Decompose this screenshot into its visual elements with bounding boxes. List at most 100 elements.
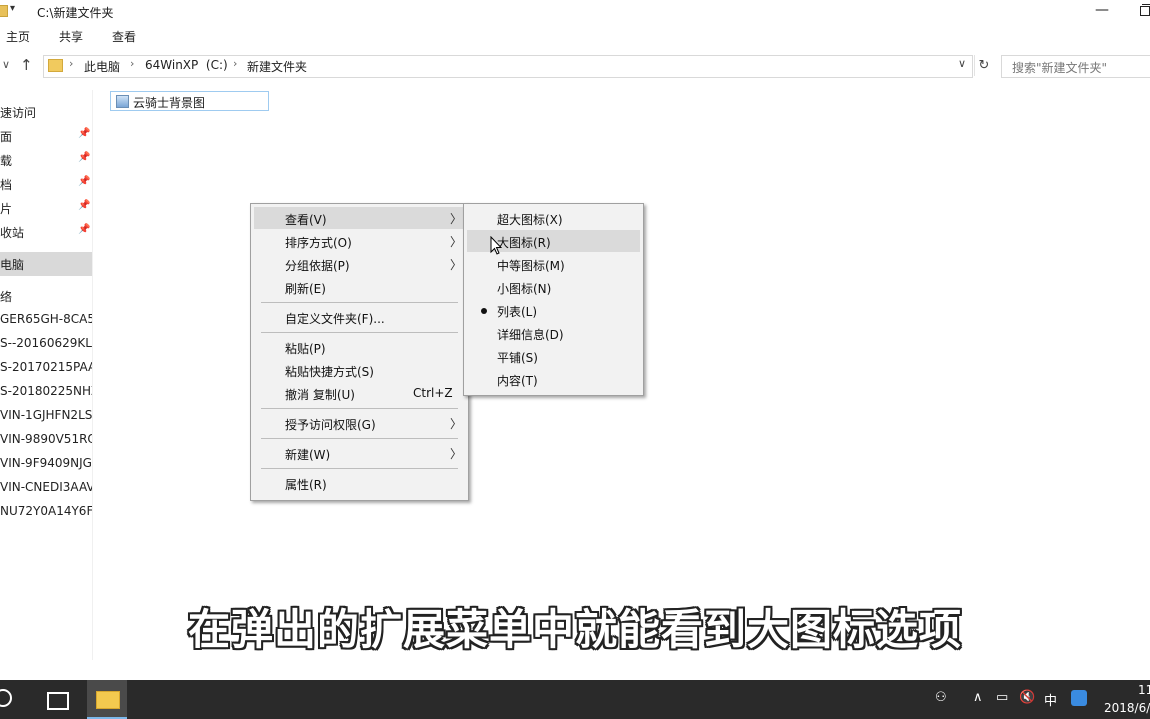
submenu-arrow-icon: 〉 — [450, 417, 463, 431]
menu-item-label: 刷新(E) — [285, 282, 326, 296]
chevron-up-icon[interactable]: ∧ — [973, 690, 983, 705]
search-input[interactable]: 搜索"新建文件夹" — [1012, 59, 1107, 76]
menu-separator — [261, 408, 458, 409]
menu-item-sort-by[interactable]: 排序方式(O) 〉 — [254, 230, 465, 252]
address-dropdown-icon[interactable]: ∨ — [958, 57, 966, 70]
task-view-icon[interactable] — [47, 692, 69, 710]
menu-item-group-by[interactable]: 分组依据(P) 〉 — [254, 253, 465, 275]
menu-separator — [261, 468, 458, 469]
submenu-item-medium-icons[interactable]: 中等图标(M) — [467, 253, 640, 275]
navigation-pane: 速访问 面📌 载📌 档📌 片📌 收站📌 电脑 络 GER65GH-8CA50 S… — [0, 90, 93, 660]
submenu-item-small-icons[interactable]: 小图标(N) — [467, 276, 640, 298]
breadcrumb-separator[interactable]: › — [130, 57, 134, 70]
minimize-button[interactable]: — — [1088, 0, 1116, 22]
tab-view[interactable]: 查看 — [112, 28, 136, 45]
breadcrumb-new-folder[interactable]: 新建文件夹 — [247, 58, 307, 75]
nav-item-label: S--20160629KLB — [0, 336, 92, 350]
search-box[interactable]: 搜索"新建文件夹" — [1001, 55, 1150, 78]
pin-icon: 📌 — [78, 128, 91, 139]
nav-item-pictures[interactable]: 片 📌 — [0, 196, 92, 220]
restore-button[interactable] — [1132, 0, 1150, 22]
nav-item-label: S-20180225NHZ — [0, 384, 92, 398]
ime-indicator[interactable]: 中 — [1044, 690, 1057, 709]
nav-item-network-pc[interactable]: S-20180225NHZ — [0, 380, 92, 404]
nav-item-recycle-bin[interactable]: 收站 📌 — [0, 220, 92, 244]
nav-item-network-pc[interactable]: VIN-9890V51RQ4 — [0, 428, 92, 452]
menu-item-give-access[interactable]: 授予访问权限(G) 〉 — [254, 412, 465, 434]
menu-item-label: 自定义文件夹(F)... — [285, 312, 385, 326]
submenu-item-label: 详细信息(D) — [497, 328, 564, 342]
submenu-arrow-icon: 〉 — [450, 235, 463, 249]
nav-item-label: 载 — [0, 154, 13, 168]
menu-item-undo-copy[interactable]: 撤消 复制(U) Ctrl+Z — [254, 382, 465, 404]
submenu-item-label: 小图标(N) — [497, 282, 552, 296]
menu-item-label: 新建(W) — [285, 448, 331, 462]
menu-item-properties[interactable]: 属性(R) — [254, 472, 465, 494]
menu-item-new[interactable]: 新建(W) 〉 — [254, 442, 465, 464]
recent-locations-chevron-icon[interactable]: ∨ — [2, 58, 10, 71]
image-file-icon — [116, 95, 129, 108]
quick-access-toolbar-dropdown[interactable]: ▾ — [10, 3, 15, 14]
menu-item-paste[interactable]: 粘贴(P) — [254, 336, 465, 358]
file-name: 云骑士背景图 — [133, 96, 206, 110]
menu-item-view[interactable]: 查看(V) 〉 — [254, 207, 465, 229]
breadcrumb-separator[interactable]: › — [69, 57, 73, 70]
volume-muted-icon[interactable]: 🔇 — [1019, 690, 1035, 705]
tab-home[interactable]: 主页 — [6, 28, 30, 45]
submenu-item-tiles[interactable]: 平铺(S) — [467, 345, 640, 367]
pin-icon: 📌 — [78, 200, 91, 211]
nav-item-label: VIN-9F9409NJG1 — [0, 456, 92, 470]
user-icon[interactable] — [1071, 690, 1087, 706]
breadcrumb-this-pc[interactable]: 此电脑 — [84, 58, 120, 75]
submenu-item-label: 大图标(R) — [497, 236, 551, 250]
folder-icon — [0, 5, 8, 17]
nav-item-network-pc[interactable]: GER65GH-8CA50 — [0, 308, 92, 332]
nav-item-label: VIN-9890V51RQ4 — [0, 432, 92, 446]
nav-item-network-pc[interactable]: VIN-1GJHFN2LS4 — [0, 404, 92, 428]
nav-item-downloads[interactable]: 载 📌 — [0, 148, 92, 172]
nav-item-this-pc[interactable]: 电脑 — [0, 252, 92, 276]
up-arrow-icon[interactable]: ↑ — [20, 56, 33, 74]
menu-item-label: 授予访问权限(G) — [285, 418, 376, 432]
breadcrumb-drive-c[interactable]: 64WinXP (C:) — [145, 58, 228, 72]
nav-item-label: 档 — [0, 178, 13, 192]
submenu-item-extra-large-icons[interactable]: 超大图标(X) — [467, 207, 640, 229]
refresh-icon[interactable]: ↻ — [974, 55, 993, 76]
nav-item-network-pc[interactable]: VIN-9F9409NJG1 — [0, 452, 92, 476]
nav-item-network-pc[interactable]: S--20160629KLB — [0, 332, 92, 356]
nav-item-quick-access[interactable]: 速访问 — [0, 100, 92, 124]
nav-item-label: 电脑 — [0, 258, 25, 272]
menu-item-refresh[interactable]: 刷新(E) — [254, 276, 465, 298]
nav-item-network-pc[interactable]: S-20170215PAA — [0, 356, 92, 380]
menu-item-customize-folder[interactable]: 自定义文件夹(F)... — [254, 306, 465, 328]
folder-icon — [96, 691, 120, 709]
menu-item-paste-shortcut[interactable]: 粘贴快捷方式(S) — [254, 359, 465, 381]
view-submenu: 超大图标(X) 大图标(R) 中等图标(M) 小图标(N) 列表(L) 详细信息… — [463, 203, 644, 396]
people-icon[interactable]: ⚇ — [935, 690, 947, 705]
clock-date[interactable]: 2018/6/ — [1104, 701, 1150, 715]
nav-item-documents[interactable]: 档 📌 — [0, 172, 92, 196]
clock-time[interactable]: 11 — [1138, 683, 1150, 697]
nav-item-label: 片 — [0, 202, 13, 216]
file-explorer-taskbar-button[interactable] — [87, 680, 127, 719]
submenu-item-label: 列表(L) — [497, 305, 538, 319]
nav-item-desktop[interactable]: 面 📌 — [0, 124, 92, 148]
submenu-arrow-icon: 〉 — [450, 212, 463, 226]
tab-share[interactable]: 共享 — [59, 28, 83, 45]
network-icon[interactable]: ▭ — [996, 690, 1008, 705]
submenu-item-label: 内容(T) — [497, 374, 538, 388]
nav-item-network-pc[interactable]: VIN-CNEDI3AAVI — [0, 476, 92, 500]
nav-item-network[interactable]: 络 — [0, 284, 92, 308]
file-item[interactable]: 云骑士背景图 — [110, 91, 269, 111]
nav-item-label: 络 — [0, 290, 13, 304]
nav-item-label: 面 — [0, 130, 13, 144]
menu-item-label: 粘贴(P) — [285, 342, 326, 356]
submenu-item-content[interactable]: 内容(T) — [467, 368, 640, 390]
menu-separator — [261, 438, 458, 439]
submenu-item-details[interactable]: 详细信息(D) — [467, 322, 640, 344]
nav-item-network-pc[interactable]: NU72Y0A14Y6FC — [0, 500, 92, 524]
nav-item-label: NU72Y0A14Y6FC — [0, 504, 92, 518]
submenu-item-list[interactable]: 列表(L) — [467, 299, 640, 321]
breadcrumb-separator[interactable]: › — [233, 57, 237, 70]
menu-item-label: 分组依据(P) — [285, 259, 350, 273]
